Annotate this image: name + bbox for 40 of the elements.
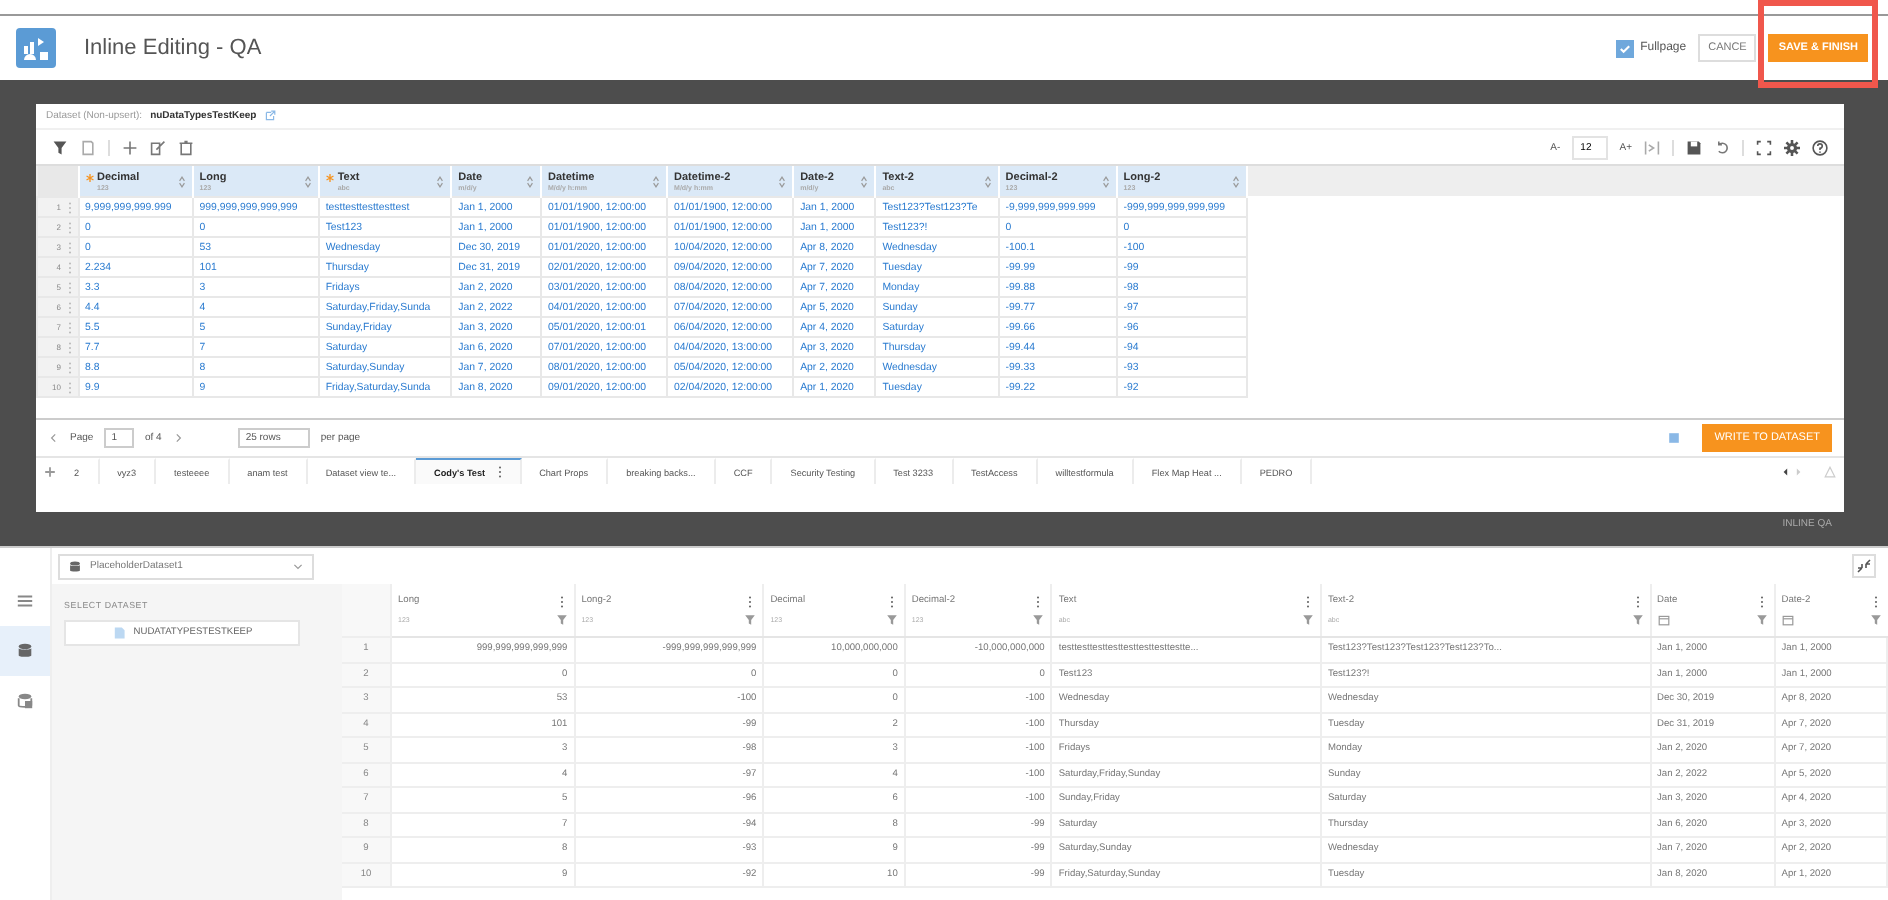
undo-icon[interactable]	[1714, 139, 1730, 155]
sort-icon[interactable]	[177, 175, 186, 187]
database-table-icon	[16, 692, 34, 710]
sort-icon[interactable]	[983, 175, 992, 187]
calendar-icon	[1781, 613, 1794, 625]
external-link-icon[interactable]	[264, 110, 277, 122]
fullscreen-icon[interactable]	[1756, 139, 1772, 155]
save-icon[interactable]	[1686, 139, 1702, 155]
sort-icon[interactable]	[525, 175, 534, 187]
page-title: Inline Editing - QA	[84, 36, 262, 60]
sort-icon[interactable]	[778, 175, 787, 187]
sort-icon[interactable]	[1101, 175, 1110, 187]
sort-icon[interactable]	[436, 175, 445, 187]
delete-icon[interactable]	[178, 139, 194, 155]
add-row-icon[interactable]	[122, 139, 138, 155]
image-icon[interactable]	[1668, 432, 1681, 444]
rail-item[interactable]	[0, 626, 50, 676]
sort-icon[interactable]	[652, 175, 661, 187]
help-icon[interactable]	[1812, 139, 1828, 155]
app-logo-icon	[16, 28, 56, 68]
collapse-icon[interactable]	[1852, 554, 1876, 578]
warning-icon[interactable]	[1824, 465, 1836, 477]
database-icon	[16, 642, 34, 660]
fit-columns-icon[interactable]	[1644, 139, 1660, 155]
document-icon[interactable]	[80, 139, 96, 155]
previous-page-icon[interactable]	[48, 432, 60, 444]
next-page-icon[interactable]	[171, 432, 184, 444]
chevron-down-icon	[292, 560, 304, 572]
sort-icon[interactable]	[303, 175, 312, 187]
edit-icon[interactable]	[150, 139, 166, 155]
dataset-file-icon	[111, 626, 126, 640]
sort-icon[interactable]	[860, 175, 869, 187]
add-tab-icon[interactable]	[44, 465, 56, 477]
filter-icon[interactable]	[52, 139, 68, 155]
settings-icon[interactable]	[1784, 139, 1800, 155]
menu-icon	[16, 592, 34, 610]
calendar-icon	[1657, 613, 1669, 625]
database-icon	[68, 559, 82, 573]
scroll-left-icon[interactable]	[1780, 465, 1792, 477]
sort-icon[interactable]	[1231, 175, 1240, 187]
